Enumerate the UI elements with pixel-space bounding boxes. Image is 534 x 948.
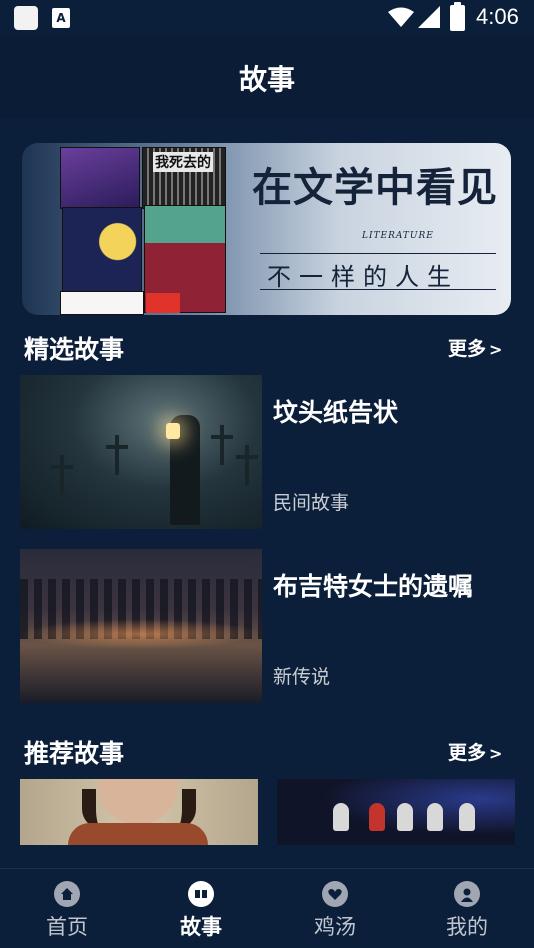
- story-item[interactable]: 布吉特女士的遗嘱 新传说: [20, 549, 514, 703]
- divider: [260, 253, 496, 254]
- battery-icon: [450, 2, 465, 31]
- tab-label: 故事: [180, 915, 222, 939]
- banner-tagline: 不一样的人生: [267, 263, 459, 291]
- user-icon: [454, 881, 480, 907]
- recommended-section-title: 推荐故事: [24, 739, 125, 768]
- story-category: 民间故事: [273, 492, 350, 514]
- tab-label: 我的: [446, 915, 488, 939]
- promo-banner[interactable]: 我死去的 在文学中看见 LITERATURE 不一样的人生: [22, 143, 511, 315]
- book-label: 我死去的: [153, 152, 213, 172]
- divider: [260, 289, 496, 290]
- status-bar: A 4:06: [0, 0, 534, 36]
- banner-subtitle: LITERATURE: [362, 231, 434, 241]
- heart-icon: [322, 881, 348, 907]
- featured-more-link[interactable]: 更多 >: [448, 334, 502, 361]
- cellular-icon: [418, 6, 440, 28]
- chevron-right-icon: >: [489, 744, 503, 763]
- page-title: 故事: [238, 63, 295, 96]
- story-thumbnail: [20, 375, 262, 529]
- featured-section-title: 精选故事: [24, 335, 125, 364]
- more-label: 更多: [448, 742, 487, 764]
- tab-mine[interactable]: 我的: [400, 869, 534, 948]
- tab-home[interactable]: 首页: [0, 869, 134, 948]
- status-time: 4:06: [476, 4, 519, 29]
- book-covers-image: 我死去的: [60, 143, 228, 315]
- chevron-right-icon: >: [489, 340, 503, 359]
- book-icon: [188, 881, 214, 907]
- tab-chicken-soup[interactable]: 鸡汤: [268, 869, 402, 948]
- bottom-tab-bar: 首页 故事 鸡汤 我的: [0, 868, 534, 948]
- recommended-more-link[interactable]: 更多 >: [448, 738, 502, 765]
- tab-label: 鸡汤: [314, 915, 356, 939]
- home-icon: [54, 881, 80, 907]
- notification-icon: [14, 6, 38, 30]
- recommended-story-card[interactable]: [277, 779, 515, 845]
- story-thumbnail: [20, 549, 262, 703]
- story-item[interactable]: 坟头纸告状 民间故事: [20, 375, 514, 529]
- app-header: 故事: [0, 36, 534, 118]
- story-title: 坟头纸告状: [273, 398, 399, 427]
- tab-story[interactable]: 故事: [134, 869, 268, 948]
- tab-label: 首页: [46, 915, 88, 939]
- banner-title: 在文学中看见: [252, 164, 498, 211]
- more-label: 更多: [448, 338, 487, 360]
- recommended-story-card[interactable]: [20, 779, 258, 845]
- story-title: 布吉特女士的遗嘱: [273, 572, 474, 601]
- keyboard-a-icon: A: [52, 8, 70, 28]
- story-category: 新传说: [273, 666, 331, 688]
- wifi-icon: [388, 7, 414, 27]
